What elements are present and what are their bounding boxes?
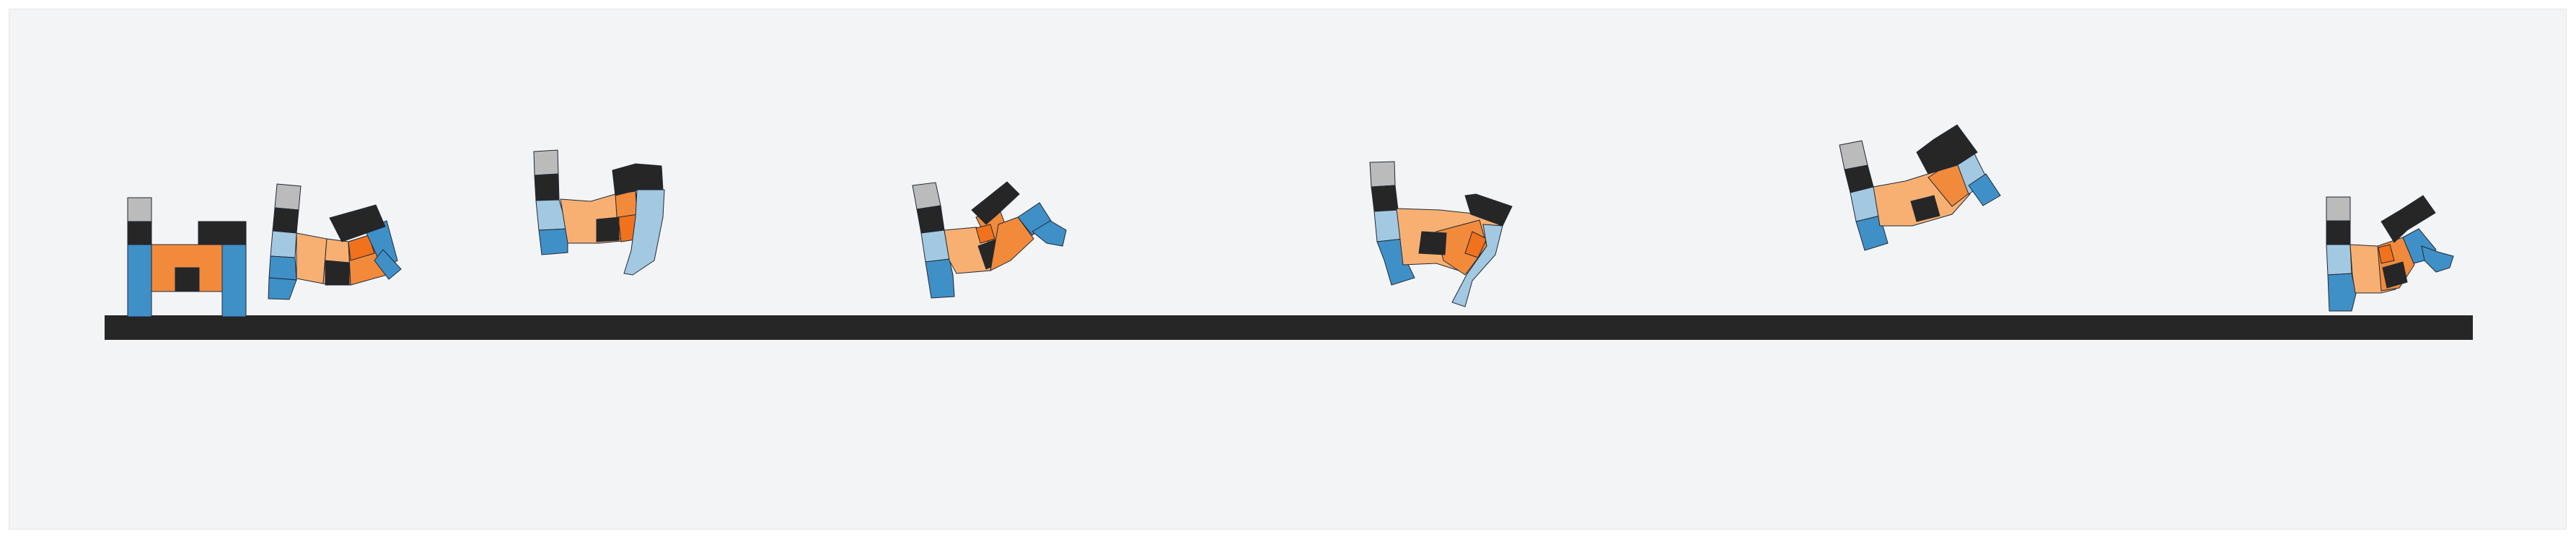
animation-canvas — [9, 9, 2567, 530]
robot-part — [2421, 245, 2454, 273]
robot-part — [325, 260, 350, 286]
robot-pose-1 — [127, 197, 247, 317]
robot-part — [272, 207, 299, 234]
robot-part — [2327, 273, 2357, 312]
robot-part — [175, 267, 200, 292]
robot-pose-4 — [912, 181, 1067, 299]
robot-pose-2 — [268, 183, 402, 300]
robot-part — [2326, 244, 2352, 276]
robot-part — [533, 149, 559, 176]
robot-part — [127, 221, 152, 245]
robot-part — [1418, 231, 1447, 255]
robot-part — [596, 216, 620, 242]
robot-pose-7 — [2326, 195, 2454, 312]
robot-part — [274, 183, 302, 211]
robot-part — [198, 221, 247, 245]
robot-part — [538, 228, 568, 255]
robot-part — [127, 244, 152, 317]
robot-part — [1839, 140, 1868, 170]
robot-part — [127, 197, 152, 222]
ground-bar — [105, 315, 2473, 340]
robot-pose-6 — [1839, 124, 2001, 251]
robot-part — [1369, 161, 1396, 188]
robot-part — [221, 244, 247, 317]
robot-pose-3 — [533, 149, 665, 276]
robot-pose-5 — [1369, 161, 1513, 307]
robot-part — [1371, 185, 1399, 212]
robot-part — [912, 182, 941, 210]
robot-part — [268, 255, 297, 281]
robot-part — [296, 232, 328, 284]
robot-sequence-svg — [105, 124, 2473, 340]
robot-part — [268, 277, 297, 300]
robot-part — [2326, 220, 2351, 245]
robot-part — [534, 173, 560, 201]
robot-part — [2326, 196, 2351, 222]
robot-part — [916, 205, 945, 234]
robot-part — [925, 258, 955, 299]
robot-part — [270, 230, 297, 258]
